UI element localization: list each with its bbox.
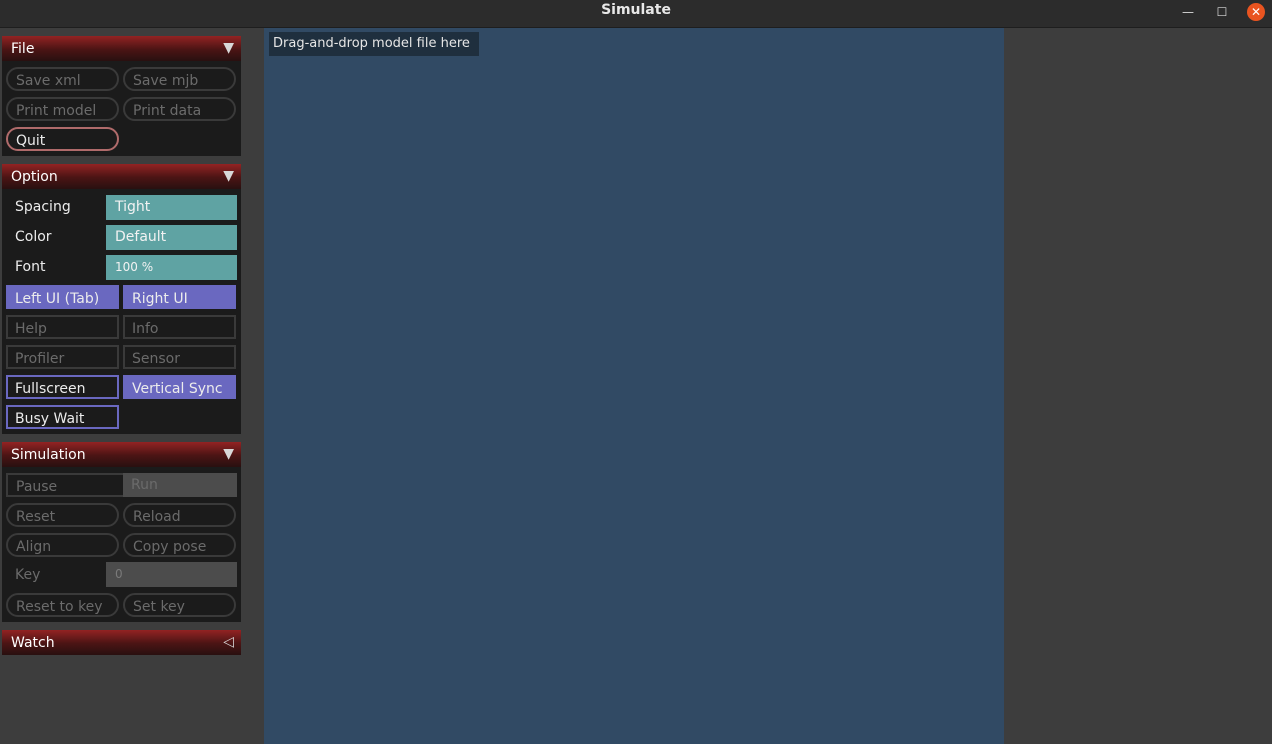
reset-button[interactable]: Reset xyxy=(6,503,119,527)
option-section-header[interactable]: Option ▼ xyxy=(2,164,241,189)
copy-pose-button[interactable]: Copy pose xyxy=(123,533,236,557)
collapse-arrow-icon: ▼ xyxy=(223,446,234,462)
vertical-sync-toggle[interactable]: Vertical Sync xyxy=(123,375,236,399)
right-ui-panel xyxy=(1004,28,1272,744)
simulation-section: Simulation ▼ Pause Run Reset Reload Alig… xyxy=(2,442,241,622)
file-section: File ▼ Save xml Save mjb Print model Pri… xyxy=(2,36,241,156)
title-bar: Simulate — ☐ ✕ xyxy=(0,0,1272,28)
render-viewport[interactable]: Drag-and-drop model file here xyxy=(264,28,1004,744)
file-section-header[interactable]: File ▼ xyxy=(2,36,241,61)
busy-wait-toggle[interactable]: Busy Wait xyxy=(6,405,119,429)
left-ui-toggle[interactable]: Left UI (Tab) xyxy=(6,285,119,309)
save-mjb-button[interactable]: Save mjb xyxy=(123,67,236,91)
quit-button[interactable]: Quit xyxy=(6,127,119,151)
watch-section: Watch ◁ xyxy=(2,630,241,655)
set-key-button[interactable]: Set key xyxy=(123,593,236,617)
info-toggle[interactable]: Info xyxy=(123,315,236,339)
option-section-title: Option xyxy=(11,169,58,185)
right-ui-toggle[interactable]: Right UI xyxy=(123,285,236,309)
expand-arrow-icon: ◁ xyxy=(223,634,234,650)
pause-radio[interactable]: Pause xyxy=(6,473,123,497)
color-select[interactable]: Default xyxy=(106,225,237,250)
print-data-button[interactable]: Print data xyxy=(123,97,236,121)
file-section-title: File xyxy=(11,41,35,57)
simulation-section-header[interactable]: Simulation ▼ xyxy=(2,442,241,467)
color-label: Color xyxy=(15,229,52,245)
help-toggle[interactable]: Help xyxy=(6,315,119,339)
option-section: Option ▼ Spacing Tight Color Default Fon… xyxy=(2,164,241,434)
profiler-toggle[interactable]: Profiler xyxy=(6,345,119,369)
drag-drop-message: Drag-and-drop model file here xyxy=(269,32,479,56)
sensor-toggle[interactable]: Sensor xyxy=(123,345,236,369)
spacing-select[interactable]: Tight xyxy=(106,195,237,220)
left-ui-panel: File ▼ Save xml Save mjb Print model Pri… xyxy=(0,28,244,744)
align-button[interactable]: Align xyxy=(6,533,119,557)
minimize-icon[interactable]: — xyxy=(1179,3,1197,21)
reload-button[interactable]: Reload xyxy=(123,503,236,527)
fullscreen-toggle[interactable]: Fullscreen xyxy=(6,375,119,399)
run-radio[interactable]: Run xyxy=(123,473,237,497)
close-icon[interactable]: ✕ xyxy=(1247,3,1265,21)
collapse-arrow-icon: ▼ xyxy=(223,168,234,184)
font-label: Font xyxy=(15,259,46,275)
simulation-section-title: Simulation xyxy=(11,447,86,463)
maximize-icon[interactable]: ☐ xyxy=(1213,3,1231,21)
key-label: Key xyxy=(15,567,41,583)
window-title: Simulate xyxy=(601,2,671,18)
save-xml-button[interactable]: Save xml xyxy=(6,67,119,91)
spacing-label: Spacing xyxy=(15,199,71,215)
font-select[interactable]: 100 % xyxy=(106,255,237,280)
print-model-button[interactable]: Print model xyxy=(6,97,119,121)
collapse-arrow-icon: ▼ xyxy=(223,40,234,56)
reset-to-key-button[interactable]: Reset to key xyxy=(6,593,119,617)
key-slider[interactable]: 0 xyxy=(106,562,237,587)
watch-section-title: Watch xyxy=(11,635,55,651)
watch-section-header[interactable]: Watch ◁ xyxy=(2,630,241,655)
